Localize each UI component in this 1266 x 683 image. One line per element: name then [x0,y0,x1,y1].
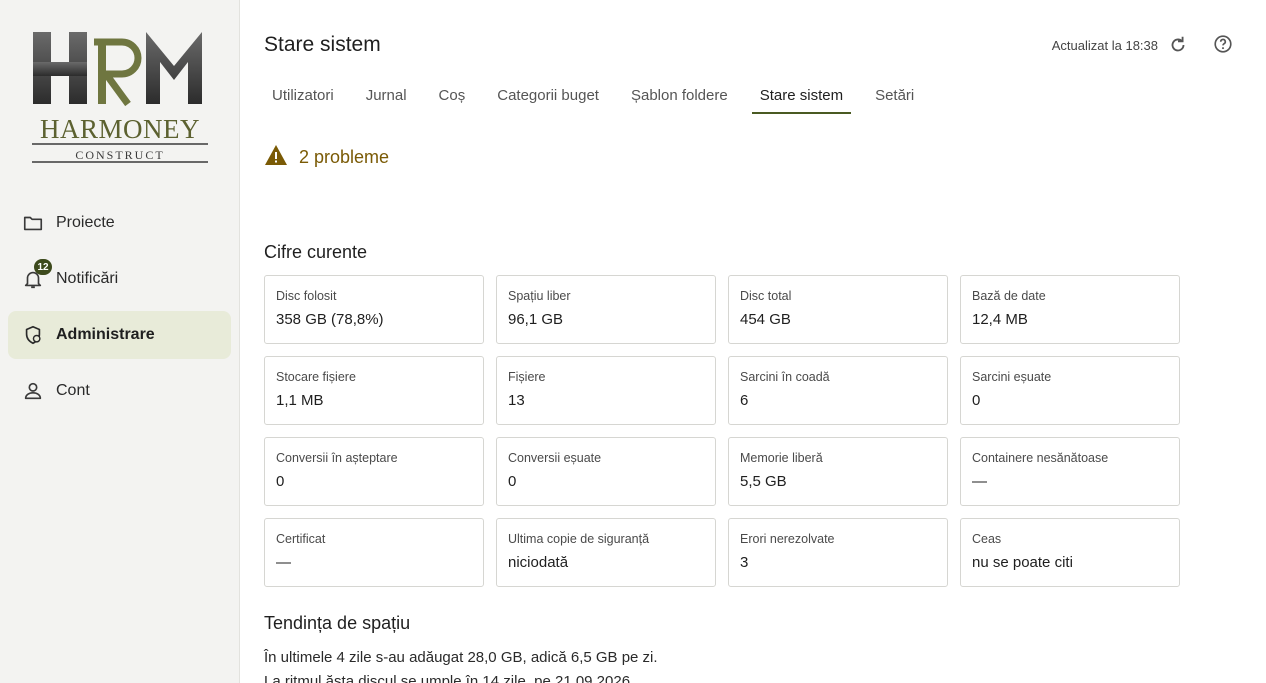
problems-count: 2 probleme [299,147,390,167]
tab-categorii-buget[interactable]: Categorii buget [489,86,607,114]
metric-card: Conversii în așteptare 0 [264,437,484,506]
metric-label: Sarcini în coadă [740,370,830,384]
metric-value: 3 [740,554,749,571]
trend-text-line: În ultimele 4 zile s-au adăugat 28,0 GB,… [264,649,658,666]
tab-jurnal[interactable]: Jurnal [358,86,415,114]
svg-text:HARMONEY: HARMONEY [40,114,200,144]
metric-card: Containere nesănătoase — [960,437,1180,506]
metric-value: 13 [508,392,525,409]
sidebar-item-label: Notificări [56,270,119,287]
metric-value: 0 [508,473,517,490]
metric-card: Spațiu liber 96,1 GB [496,275,716,344]
metric-label: Memorie liberă [740,451,823,465]
metric-label: Certificat [276,532,326,546]
metric-value: nu se poate citi [972,554,1073,571]
tab-utilizatori[interactable]: Utilizatori [264,86,342,114]
metric-label: Conversii eșuate [508,451,602,465]
metric-card: Ultima copie de siguranță niciodată [496,518,716,587]
metric-value: 358 GB (78,8%) [276,311,384,328]
trend-text-line: La ritmul ăsta discul se umple în 14 zil… [264,673,635,683]
refresh-icon[interactable] [1167,34,1189,56]
metric-card: Ceas nu se poate citi [960,518,1180,587]
notification-badge: 12 [34,259,52,275]
metric-value: — [972,473,987,490]
sidebar-item-label: Administrare [56,326,155,343]
metric-card: Conversii eșuate 0 [496,437,716,506]
company-logo[interactable]: HARMONEY CONSTRUCT [28,26,212,166]
metric-card: Erori nerezolvate 3 [728,518,948,587]
metric-label: Containere nesănătoase [972,451,1109,465]
page-title: Stare sistem [264,33,381,56]
tab-setari[interactable]: Setări [867,86,922,114]
section-title-cifre: Cifre curente [264,242,368,262]
metric-label: Stocare fișiere [276,370,356,384]
metric-label: Fișiere [508,370,546,384]
sidebar-item-administrare[interactable]: Administrare [8,311,231,359]
problems-alert: 2 probleme [264,144,389,171]
tab-cos[interactable]: Coș [431,86,474,114]
metric-label: Conversii în așteptare [276,451,398,465]
sidebar-item-label: Proiecte [56,214,115,231]
folder-icon [22,212,44,234]
metric-value: 12,4 MB [972,311,1028,328]
metric-card: Stocare fișiere 1,1 MB [264,356,484,425]
metric-card: Disc total 454 GB [728,275,948,344]
bell-icon: 12 [22,259,52,290]
sidebar-item-notificari[interactable]: 12 Notificări [8,255,231,303]
metric-card: Certificat — [264,518,484,587]
help-icon[interactable] [1212,33,1234,55]
metric-label: Disc total [740,289,792,303]
metric-card: Bază de date 12,4 MB [960,275,1180,344]
metric-label: Spațiu liber [508,289,571,303]
metric-value: 1,1 MB [276,392,324,409]
metric-label: Bază de date [972,289,1046,303]
metric-label: Disc folosit [276,289,337,303]
metric-label: Erori nerezolvate [740,532,835,546]
section-title-tendinta: Tendința de spațiu [264,613,411,633]
last-updated-text: Actualizat la 18:38 [1051,38,1158,53]
tab-stare-sistem[interactable]: Stare sistem [751,86,852,114]
sidebar-item-label: Cont [56,382,90,399]
tab-sablon-foldere[interactable]: Șablon foldere [623,86,736,114]
sidebar-item-cont[interactable]: Cont [8,367,231,415]
metric-value: 0 [276,473,285,490]
metric-value: 454 GB [740,311,791,328]
metric-card: Disc folosit 358 GB (78,8%) [264,275,484,344]
sidebar: HARMONEY CONSTRUCT Proiecte 12 Notificăr… [0,0,240,683]
metric-value: niciodată [508,554,569,571]
warning-icon [264,144,288,171]
metric-label: Sarcini eșuate [972,370,1052,384]
metric-card: Memorie liberă 5,5 GB [728,437,948,506]
tab-bar: Utilizatori Jurnal Coș Categorii buget Ș… [264,86,938,114]
svg-text:CONSTRUCT: CONSTRUCT [75,148,164,162]
person-icon [22,380,44,402]
metric-value: 6 [740,392,749,409]
metric-card: Fișiere 13 [496,356,716,425]
sidebar-item-proiecte[interactable]: Proiecte [8,199,231,247]
metric-label: Ceas [972,532,1002,546]
metric-value: 96,1 GB [508,311,564,328]
metric-value: 0 [972,392,981,409]
metric-card: Sarcini în coadă 6 [728,356,948,425]
shield-icon [22,324,44,346]
metric-value: — [276,554,291,571]
metric-value: 5,5 GB [740,473,787,490]
metric-label: Ultima copie de siguranță [508,532,650,546]
main-content: Stare sistem Actualizat la 18:38 Utiliza… [264,0,1254,683]
metric-card: Sarcini eșuate 0 [960,356,1180,425]
